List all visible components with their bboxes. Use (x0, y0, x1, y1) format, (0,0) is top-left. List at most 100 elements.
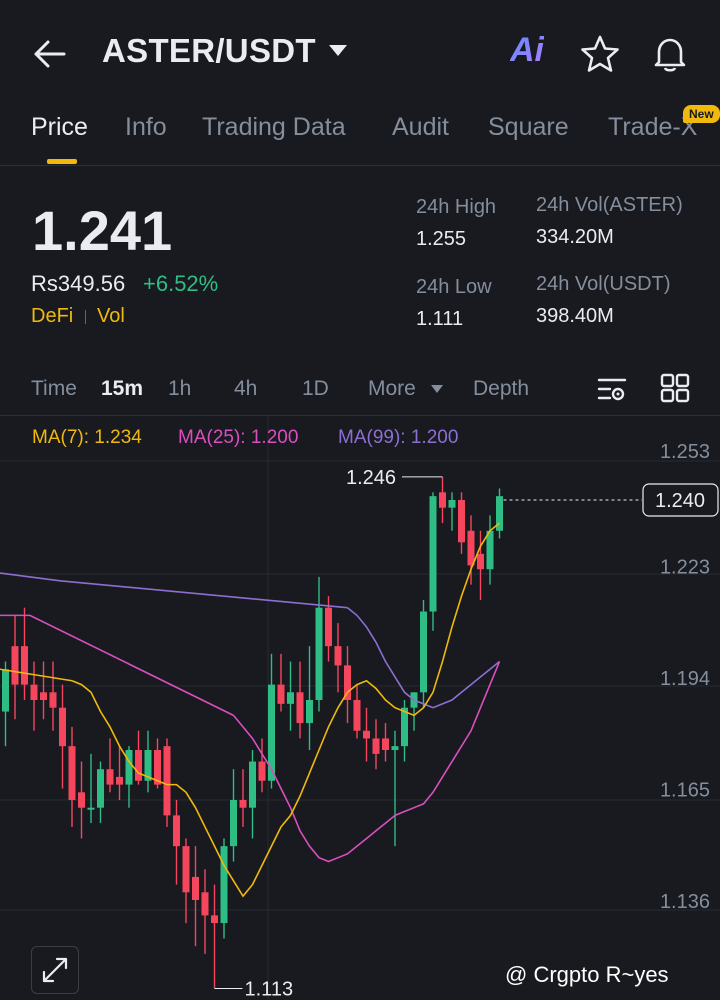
candle-body (49, 692, 57, 708)
candle-body (334, 646, 342, 666)
candle-body (391, 746, 399, 750)
tab-audit[interactable]: Audit (392, 113, 449, 142)
interval-depth[interactable]: Depth (473, 377, 529, 401)
candle-body (11, 646, 19, 685)
candle-body (401, 707, 408, 747)
fullscreen-expand-icon[interactable] (31, 946, 79, 994)
candle-body (173, 815, 180, 847)
tag-defi[interactable]: DeFi (31, 305, 73, 328)
stat-vol-quote-value: 398.40M (536, 305, 614, 327)
more-caret-icon[interactable] (430, 384, 444, 394)
interval-15m[interactable]: 15m (101, 377, 143, 401)
stat-low-label: 24h Low (416, 276, 492, 298)
interval-bar: Time 15m 1h 4h 1D More Depth (0, 365, 720, 416)
candle-body (439, 492, 446, 508)
candlestick-chart[interactable]: 1.253 1.223 1.194 1.165 1.136 1.240 1.246 1.113 (0, 416, 720, 1000)
candle-body (87, 807, 95, 810)
candle-body (467, 530, 475, 566)
candle-body (306, 700, 313, 724)
last-price-label: 1.240 (655, 490, 705, 512)
candle-body (182, 846, 190, 893)
candle-body (382, 738, 389, 750)
candle-body (258, 761, 266, 781)
stat-high-label: 24h High (416, 196, 497, 218)
stat-high-value: 1.255 (416, 228, 467, 250)
tab-info[interactable]: Info (125, 113, 167, 142)
tab-square[interactable]: Square (488, 113, 569, 142)
layout-grid-icon[interactable] (660, 373, 690, 403)
candle-body (21, 646, 28, 685)
y-tick-label: 1.253 (660, 441, 710, 463)
stat-vol-quote-label: 24h Vol(USDT) (536, 273, 671, 295)
candle-body (486, 530, 494, 570)
candle-body (78, 792, 85, 808)
candle-body (353, 700, 361, 731)
candle-body (363, 730, 370, 739)
candle-body (458, 500, 465, 543)
tag-divider (85, 310, 86, 324)
trading-pair-title[interactable]: ASTER/USDT (102, 32, 316, 70)
stat-vol-base-value: 334.20M (536, 226, 614, 248)
favorite-star-icon[interactable] (580, 34, 620, 74)
top-bar: ASTER/USDT Ai (0, 0, 720, 105)
candle-body (429, 496, 437, 612)
ma25-label: MA(25): 1.200 (178, 427, 299, 448)
ma25-line-ext (0, 614, 234, 717)
candle-body (220, 846, 228, 924)
ma7-line-ext (0, 668, 73, 682)
notification-bell-icon[interactable] (650, 34, 690, 74)
last-price: 1.241 (32, 199, 173, 262)
candle-body (239, 800, 247, 808)
interval-1h[interactable]: 1h (168, 377, 191, 401)
tag-vol[interactable]: Vol (97, 305, 125, 328)
price-change-percent: +6.52% (143, 271, 219, 296)
high-annotation-label: 1.246 (346, 467, 396, 489)
candle-body (448, 500, 456, 508)
candle-body (277, 684, 285, 704)
low-annotation-label: 1.113 (245, 978, 294, 1000)
candle-body (420, 611, 427, 693)
tab-trading-data[interactable]: Trading Data (202, 113, 346, 142)
new-badge: New (683, 105, 720, 123)
candle-body (163, 746, 171, 816)
ai-assistant-icon[interactable]: Ai (510, 31, 544, 70)
ma99-line-ext (0, 572, 348, 609)
chart-settings-icon[interactable] (596, 373, 628, 405)
interval-1d[interactable]: 1D (302, 377, 329, 401)
candle-body (315, 607, 323, 700)
candle-body (30, 684, 38, 700)
candle-body (249, 761, 256, 808)
stat-vol-base-label: 24h Vol(ASTER) (536, 194, 683, 216)
interval-more[interactable]: More (368, 377, 416, 401)
ma7-label: MA(7): 1.234 (32, 427, 142, 448)
tab-price[interactable]: Price (31, 113, 88, 142)
candle-body (201, 892, 209, 916)
candle-body (296, 692, 304, 724)
candle-body (106, 769, 114, 785)
candle-body (287, 692, 294, 704)
candle-body (40, 692, 47, 700)
candle-body (211, 915, 218, 924)
fiat-price: Rs349.56 (31, 271, 126, 296)
candle-body (135, 750, 142, 781)
y-tick-label: 1.165 (660, 779, 710, 801)
stat-low-value: 1.111 (416, 308, 464, 330)
candle-body (230, 800, 237, 847)
candle-body (125, 750, 133, 785)
candle-body (372, 738, 380, 754)
watermark-text: @ Crgpto R~yes (505, 962, 669, 987)
candle-body (325, 607, 332, 647)
y-tick-label: 1.223 (660, 556, 710, 578)
interval-time[interactable]: Time (31, 377, 77, 401)
y-tick-label: 1.194 (660, 668, 710, 690)
back-arrow-icon[interactable] (32, 36, 68, 72)
candle-body (116, 776, 123, 785)
y-tick-label: 1.136 (660, 891, 710, 913)
chevron-down-icon[interactable] (328, 44, 348, 58)
tab-bar: Price Info Trading Data Audit Square Tra… (0, 105, 720, 166)
active-tab-indicator (47, 159, 77, 164)
interval-4h[interactable]: 4h (234, 377, 257, 401)
candle-body (477, 553, 484, 570)
ma99-label: MA(99): 1.200 (338, 427, 459, 448)
candle-body (68, 746, 76, 800)
